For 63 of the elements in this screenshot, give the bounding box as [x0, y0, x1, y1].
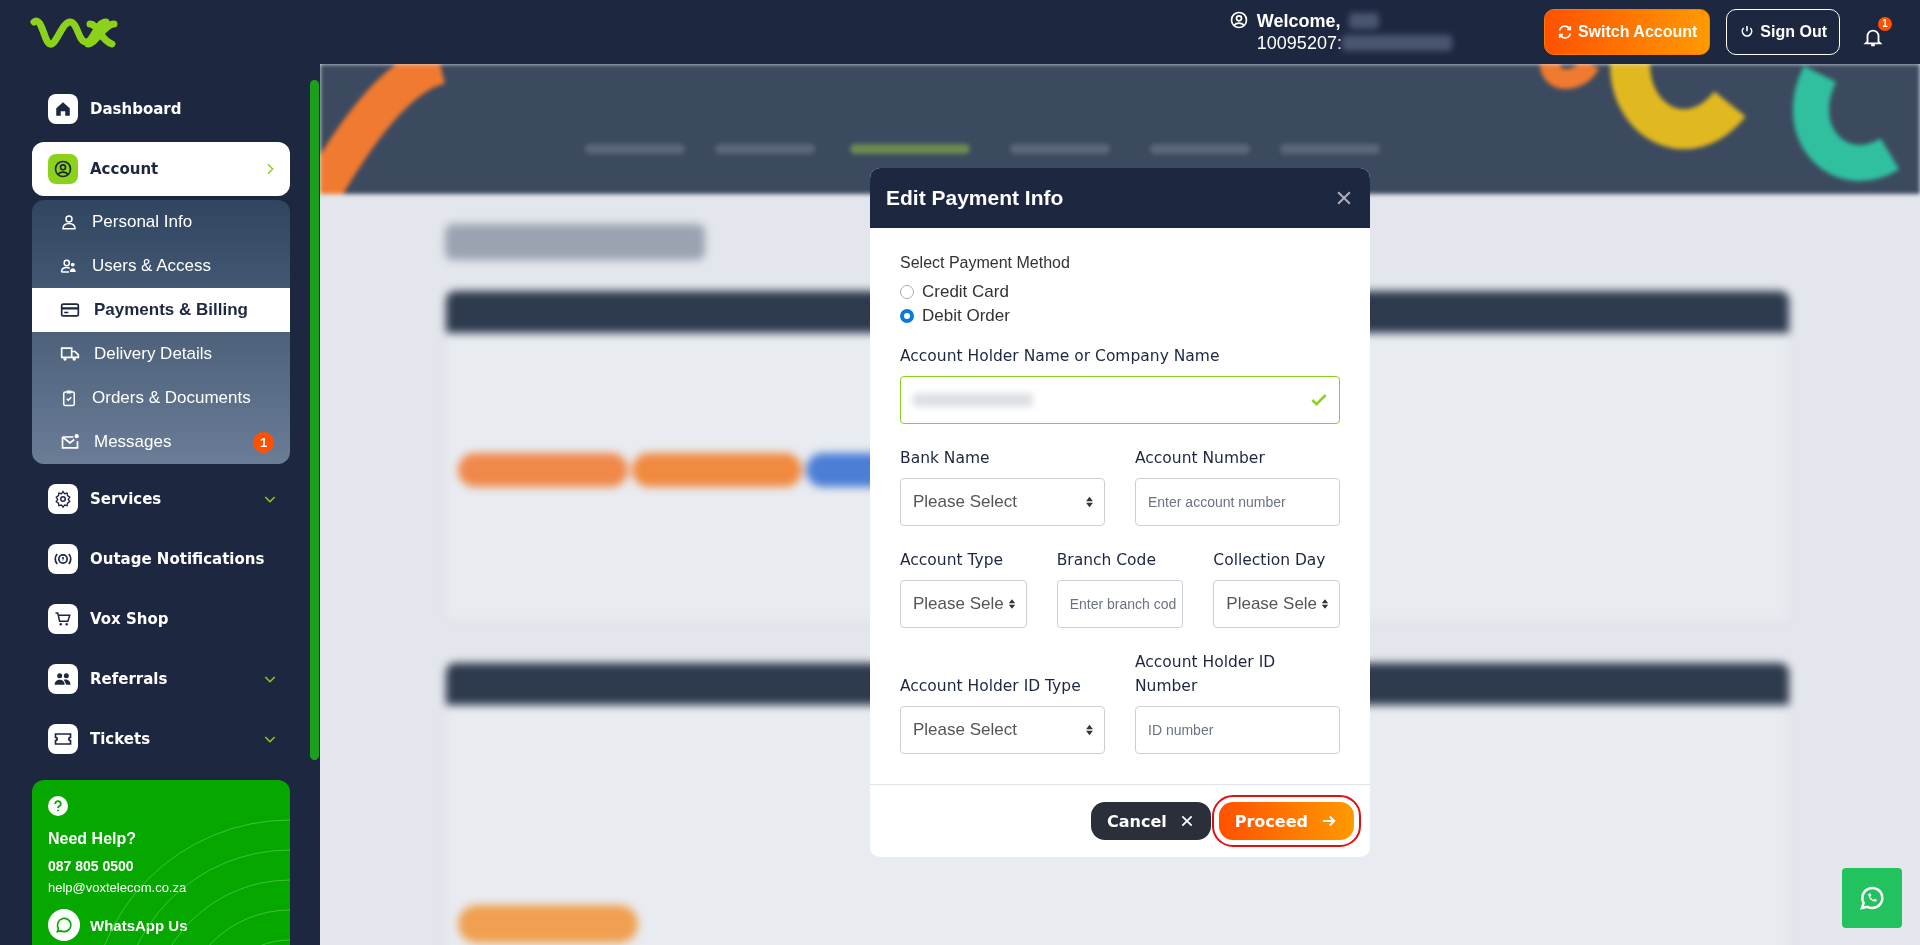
sort-icon [1007, 598, 1016, 610]
clipboard-icon [60, 389, 78, 407]
field-label: Branch Code [1056, 550, 1157, 571]
field-label: Account Type [900, 550, 1005, 571]
field-label: Select Payment Method [900, 254, 1071, 272]
submenu-item[interactable]: Messages 1 [32, 420, 290, 464]
card-icon [60, 300, 80, 320]
help-title: Need Help? [48, 830, 137, 848]
user-icon [1228, 10, 1249, 30]
select-field[interactable]: Please Select [900, 706, 1105, 754]
submenu-item[interactable]: Delivery Details [32, 332, 290, 376]
field-label: Account Holder ID Type [900, 676, 1082, 697]
field-label: Account Holder Name or Company Name [900, 346, 1221, 367]
field-label: Collection Day [1213, 550, 1327, 571]
question-icon [51, 799, 65, 813]
users-icon [60, 257, 78, 275]
sidebar-item[interactable]: Referrals [32, 652, 290, 706]
notification-badge: 1 [1878, 16, 1892, 31]
welcome-text: Welcome, [1256, 10, 1341, 32]
truck-icon [60, 344, 80, 364]
submenu-item[interactable]: Personal Info [32, 200, 290, 244]
field-label: Bank Name [900, 448, 991, 469]
sidebar-item[interactable]: Services [32, 472, 290, 526]
dialog-title: Edit Payment Info [886, 186, 1064, 210]
input-field[interactable]: Enter branch cod [1056, 580, 1184, 628]
sign-out-button[interactable]: Sign Out [1726, 9, 1840, 55]
sort-icon [1321, 598, 1329, 610]
input-field[interactable] [900, 376, 1340, 424]
select-field[interactable]: Please Sele [900, 580, 1027, 628]
sidebar-item[interactable]: Vox Shop [32, 592, 290, 646]
submenu-item[interactable]: Payments & Billing [32, 288, 290, 332]
phone-number: 087 805 0500 [48, 858, 135, 874]
submenu-item[interactable]: Users & Access [32, 244, 290, 288]
cart-icon [54, 610, 72, 628]
whatsapp-icon [54, 915, 74, 935]
person-icon [60, 213, 78, 231]
scrollbar[interactable] [310, 80, 319, 760]
user-icon [53, 159, 73, 179]
account-id: 10095207: [1256, 32, 1342, 54]
envelope-icon [60, 432, 80, 452]
field-label: Account Number [1135, 448, 1266, 469]
sort-icon [1085, 724, 1094, 736]
input-field[interactable]: ID number [1135, 706, 1340, 754]
cancel-button[interactable]: Cancel [1091, 802, 1211, 840]
refresh-icon [1556, 24, 1573, 40]
sidebar-item[interactable]: Outage Notifications [32, 532, 290, 586]
select-field[interactable]: Please Select [900, 478, 1105, 526]
radio-label: Credit Card [922, 282, 1009, 302]
sort-icon [1085, 496, 1094, 508]
blurred-text [1348, 13, 1379, 29]
submenu-item[interactable]: Orders & Documents [32, 376, 290, 420]
input-field[interactable]: Enter account number [1135, 478, 1340, 526]
gear-icon [54, 490, 72, 508]
field-label: Account Holder ID Number [1135, 652, 1277, 697]
radio-label: Debit Order [922, 306, 1010, 326]
sidebar-item[interactable]: Account [32, 142, 290, 196]
sidebar-item[interactable]: Tickets [32, 712, 290, 766]
home-icon [54, 100, 72, 118]
sidebar-item[interactable]: Dashboard [32, 82, 290, 136]
radio-button[interactable] [900, 309, 914, 323]
count-badge: 1 [253, 431, 274, 453]
whatsapp-button[interactable] [1842, 868, 1902, 928]
select-field[interactable]: Please Sele [1213, 580, 1340, 628]
